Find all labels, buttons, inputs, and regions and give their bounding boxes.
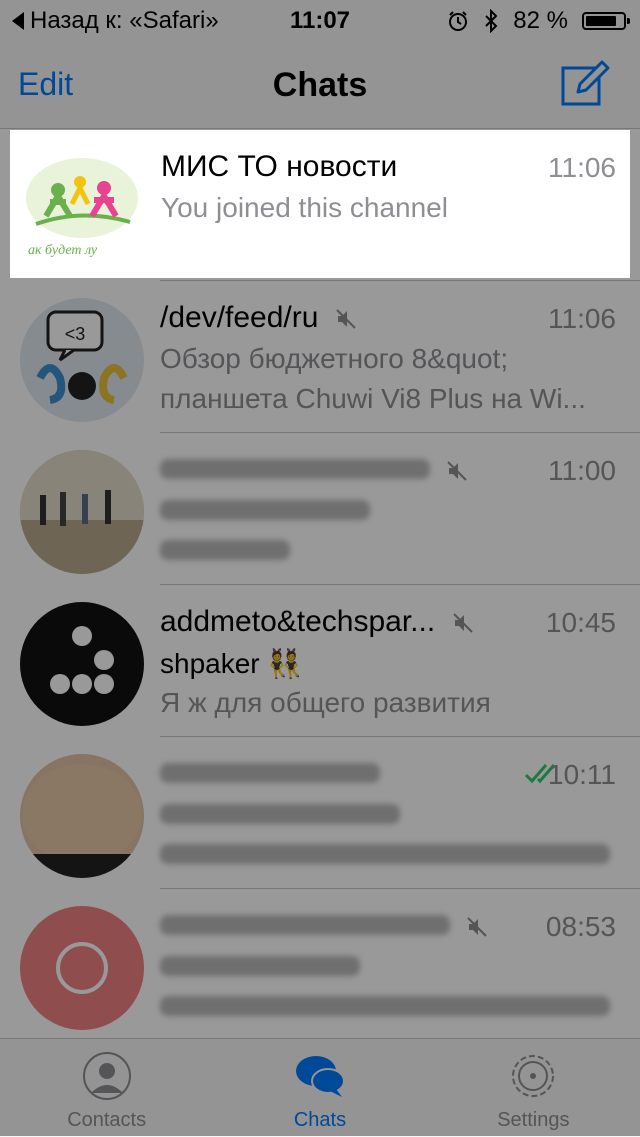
chat-preview-blurred — [160, 535, 290, 567]
battery-fill — [586, 16, 616, 26]
bluetooth-icon — [485, 9, 498, 33]
avatar — [20, 906, 144, 1030]
chat-row[interactable]: 11:00 — [0, 433, 640, 585]
highlighted-chat-row[interactable]: ак будет лу МИС ТО новости 11:06 You joi… — [10, 130, 630, 278]
chat-preview-blurred — [160, 495, 370, 527]
photo-avatar — [20, 450, 144, 574]
mute-icon — [452, 613, 473, 633]
settings-icon — [512, 1055, 555, 1097]
chat-preview-blurred — [160, 991, 610, 1023]
tab-settings[interactable]: Settings — [427, 1039, 640, 1137]
alarm-icon — [449, 11, 468, 31]
chat-name-blurred — [160, 453, 468, 487]
chat-time: 10:45 — [545, 607, 616, 638]
chat-time: 10:11 — [548, 759, 616, 790]
status-right: 82 % — [447, 7, 630, 35]
tab-label: Settings — [497, 1109, 570, 1131]
chat-preview-line1: You joined this channel — [161, 192, 448, 223]
battery-percent: 82 % — [513, 7, 568, 34]
chat-preview-blurred — [160, 799, 400, 831]
chat-preview-line1: shpaker 👯 — [160, 648, 303, 679]
page-title: Chats — [272, 66, 368, 104]
mute-icon — [467, 917, 488, 937]
chat-preview-blurred — [160, 951, 360, 983]
channel-logo-image: ак будет лу — [26, 158, 138, 258]
chat-name-blurred — [160, 757, 380, 791]
chat-row[interactable]: 10:11 — [0, 737, 640, 889]
avatar — [20, 450, 144, 574]
avatar — [20, 602, 144, 726]
compose-icon[interactable] — [560, 58, 610, 108]
contacts-icon — [82, 1052, 131, 1100]
chat-name: МИС ТО новости — [161, 150, 398, 183]
chat-preview-line2: планшета Chuwi Vi8 Plus на Wi... — [160, 383, 586, 414]
tab-contacts[interactable]: Contacts — [0, 1039, 213, 1137]
photo-avatar — [20, 764, 144, 878]
battery-icon — [582, 12, 630, 30]
chat-preview-line1: Обзор бюджетного 8&quot; — [160, 343, 509, 374]
chat-row[interactable]: 08:53 — [0, 889, 640, 1041]
svg-text:<3: <3 — [65, 324, 86, 344]
chat-time: 11:00 — [548, 455, 616, 486]
tab-chats[interactable]: Chats — [213, 1039, 426, 1137]
tab-label: Contacts — [67, 1109, 147, 1131]
chat-row[interactable]: addmeto&techspar... 10:45 shpaker 👯 Я ж … — [0, 585, 640, 737]
placeholder-avatar-icon — [56, 942, 108, 994]
avatar: <3 — [20, 298, 144, 422]
channel-logo: ак будет лу — [20, 144, 144, 268]
tab-bar: Contacts Chats Settings — [0, 1038, 640, 1137]
chat-row[interactable]: <3 /dev/feed/ru 11:06 Обзор бюджетного 8… — [0, 281, 640, 433]
dots-avatar-icon — [50, 626, 114, 694]
chat-time: 11:06 — [548, 152, 616, 183]
chat-time: 11:06 — [548, 303, 616, 334]
chat-name-blurred — [160, 909, 488, 943]
chats-icon — [295, 1056, 345, 1097]
chat-name: /dev/feed/ru — [160, 301, 357, 335]
chat-preview-line2: Я ж для общего развития — [160, 687, 491, 718]
avatar — [20, 754, 144, 878]
mute-icon — [336, 309, 356, 329]
chat-time: 08:53 — [545, 911, 616, 942]
status-bar: Назад к: «Safari» 11:07 82 % — [0, 0, 640, 40]
mute-icon — [447, 461, 468, 481]
logo-caption: ак будет лу — [28, 243, 98, 258]
nav-bar: Edit Chats — [0, 40, 640, 129]
tab-label: Chats — [293, 1109, 347, 1131]
feed-avatar-icon: <3 — [36, 310, 128, 404]
chat-preview-blurred — [160, 839, 610, 871]
chat-name: addmeto&techspar... — [160, 605, 474, 639]
